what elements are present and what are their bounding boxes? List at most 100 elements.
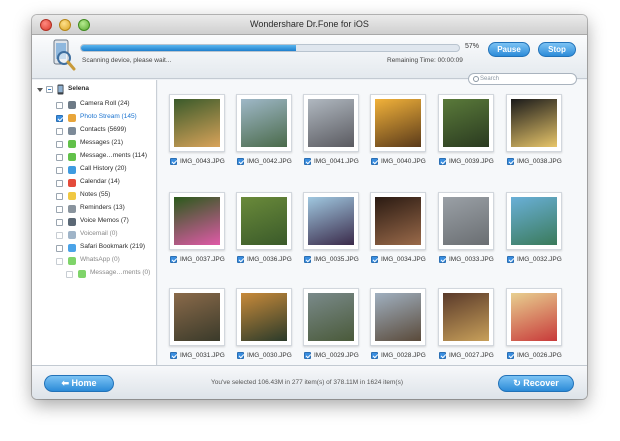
sidebar-item-label: Calendar (14) [80,178,120,185]
app-window: Wondershare Dr.Fone for iOS 57% Scanning… [32,15,587,399]
message-attachments-icon [68,153,76,161]
photo-checkbox[interactable] [371,158,378,165]
photo-caption: IMG_0033.JPG [439,255,503,265]
sidebar-item[interactable]: Messages (21) [32,138,156,151]
scan-status-text: Scanning device, please wait... [82,57,172,64]
photo-thumbnail[interactable] [370,288,426,346]
photo-checkbox[interactable] [507,256,514,263]
sidebar-item[interactable]: Message…ments (0) [32,268,156,281]
sidebar-item-checkbox[interactable] [56,258,63,265]
photo-checkbox[interactable] [439,158,446,165]
photo-checkbox[interactable] [237,256,244,263]
home-button-label: Home [71,378,97,388]
photo-thumbnail[interactable] [438,94,494,152]
title-bar: Wondershare Dr.Fone for iOS [32,15,587,35]
photo-thumbnail[interactable] [506,288,562,346]
photo-checkbox[interactable] [170,158,177,165]
photo-caption: IMG_0028.JPG [371,351,435,361]
sidebar-item-checkbox[interactable] [56,102,63,109]
scan-magnifier-icon [53,39,76,71]
sidebar-item[interactable]: WhatsApp (0) [32,255,156,268]
photo-filename: IMG_0028.JPG [381,352,426,359]
photo-thumbnail[interactable] [370,192,426,250]
photo-thumbnail[interactable] [236,288,292,346]
photo-caption: IMG_0036.JPG [237,255,301,265]
sidebar-item-checkbox[interactable] [56,219,63,226]
disclosure-triangle-icon[interactable] [37,88,43,92]
sidebar-item-label: Contacts (5699) [80,126,127,133]
sidebar-item-checkbox[interactable] [66,271,73,278]
photo-checkbox[interactable] [304,158,311,165]
photo-thumbnail[interactable] [169,192,225,250]
photo-image [241,197,287,245]
photo-checkbox[interactable] [170,352,177,359]
photo-caption: IMG_0040.JPG [371,157,435,167]
messages-icon [68,140,76,148]
photo-checkbox[interactable] [507,352,514,359]
sidebar-item-checkbox[interactable] [56,232,63,239]
sidebar-item-checkbox[interactable] [56,245,63,252]
sidebar-item[interactable]: Voicemail (0) [32,229,156,242]
photo-image [174,293,220,341]
photo-thumbnail[interactable] [236,94,292,152]
photo-caption: IMG_0043.JPG [170,157,234,167]
photo-thumbnail[interactable] [303,192,359,250]
photo-thumbnail[interactable] [169,94,225,152]
pause-button[interactable]: Pause [488,42,530,57]
device-row[interactable]: Selena [32,84,156,97]
sidebar-item-checkbox[interactable] [56,141,63,148]
sidebar-item-checkbox[interactable] [56,193,63,200]
photo-filename: IMG_0030.JPG [247,352,292,359]
photo-caption: IMG_0042.JPG [237,157,301,167]
photo-thumbnail[interactable] [303,288,359,346]
sidebar-item[interactable]: Message…ments (114) [32,151,156,164]
photo-checkbox[interactable] [371,256,378,263]
sidebar-item[interactable]: Reminders (13) [32,203,156,216]
photo-thumbnail[interactable] [438,192,494,250]
sidebar-item-checkbox[interactable] [56,167,63,174]
photo-thumbnail[interactable] [438,288,494,346]
photo-checkbox[interactable] [170,256,177,263]
call-history-icon [68,166,76,174]
whatsapp-icon [68,257,76,265]
sidebar-item[interactable]: Photo Stream (145) [32,112,156,125]
photo-checkbox[interactable] [304,352,311,359]
notes-icon [68,192,76,200]
photo-checkbox[interactable] [237,352,244,359]
search-icon [473,76,479,82]
photo-thumbnail[interactable] [169,288,225,346]
photo-thumbnail[interactable] [370,94,426,152]
photo-checkbox[interactable] [371,352,378,359]
sidebar-item[interactable]: Safari Bookmark (219) [32,242,156,255]
photo-thumbnail[interactable] [506,94,562,152]
photo-image [511,293,557,341]
sidebar-item-checkbox[interactable] [56,115,63,122]
sidebar-item-checkbox[interactable] [56,128,63,135]
device-checkbox[interactable] [46,86,53,93]
photo-checkbox[interactable] [304,256,311,263]
sidebar-item[interactable]: Camera Roll (24) [32,99,156,112]
photo-thumbnail[interactable] [303,94,359,152]
photo-thumbnail[interactable] [506,192,562,250]
photo-checkbox[interactable] [507,158,514,165]
photo-image [443,293,489,341]
sidebar-item[interactable]: Voice Memos (7) [32,216,156,229]
photo-checkbox[interactable] [439,256,446,263]
photo-checkbox[interactable] [237,158,244,165]
photo-filename: IMG_0029.JPG [314,352,359,359]
sidebar-item-checkbox[interactable] [56,206,63,213]
search-placeholder: Search [480,76,500,82]
sidebar-item-checkbox[interactable] [56,154,63,161]
stop-button[interactable]: Stop [538,42,576,57]
sidebar-item[interactable]: Notes (55) [32,190,156,203]
photo-checkbox[interactable] [439,352,446,359]
sidebar-item[interactable]: Call History (20) [32,164,156,177]
sidebar-item[interactable]: Contacts (5699) [32,125,156,138]
sidebar-item[interactable]: Calendar (14) [32,177,156,190]
photo-stream-icon [68,114,76,122]
photo-thumbnail[interactable] [236,192,292,250]
home-button[interactable]: ⬅ Home [44,375,114,392]
search-field[interactable]: Search [468,73,577,85]
sidebar-item-checkbox[interactable] [56,180,63,187]
recover-button[interactable]: ↻ Recover [498,375,574,392]
